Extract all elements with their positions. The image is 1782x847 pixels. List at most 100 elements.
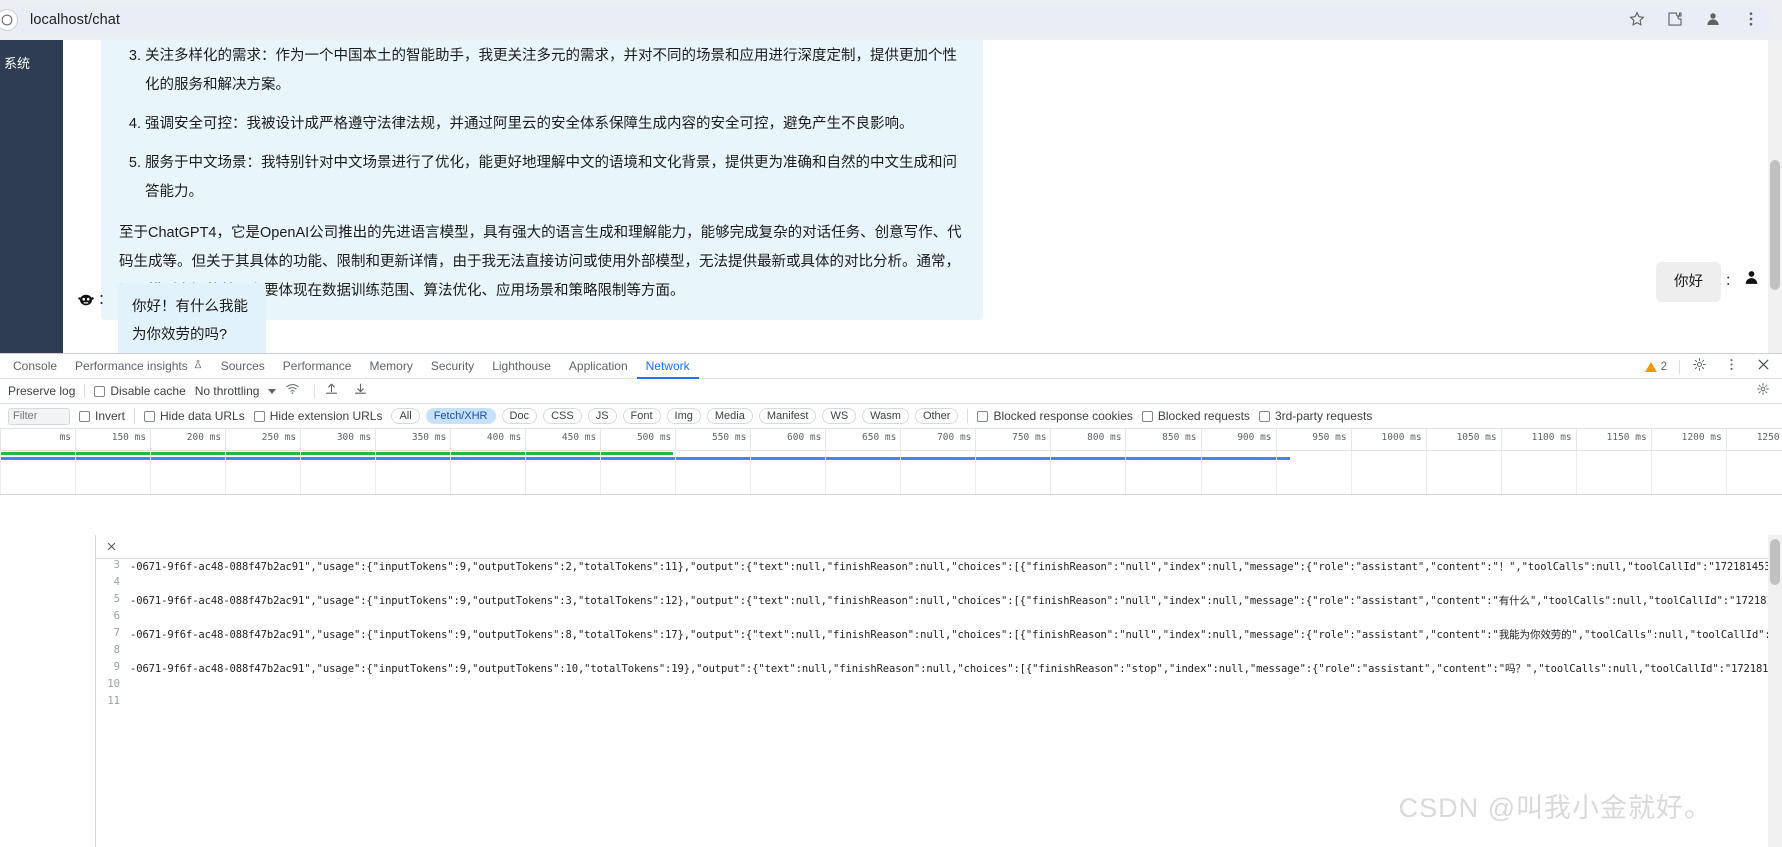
devtools-tab-memory[interactable]: Memory — [360, 354, 421, 379]
devtools-tab-label: Performance — [282, 358, 352, 373]
type-filter-media[interactable]: Media — [706, 408, 753, 424]
three-dot-menu-icon[interactable] — [1724, 357, 1744, 377]
page-scrollbar[interactable] — [1768, 40, 1782, 353]
warning-count-chip[interactable]: 2 — [1644, 360, 1667, 373]
wifi-icon[interactable] — [285, 381, 305, 401]
devtools-tab-performance-insights[interactable]: Performance insights — [66, 354, 212, 379]
timeline-tick-label: 650 ms — [862, 432, 897, 443]
waterfall-gridline — [1500, 451, 1502, 494]
timeline-tick-label: 1050 ms — [1456, 432, 1497, 443]
timeline-tick: 450 ms — [525, 429, 600, 450]
download-arrow-icon[interactable] — [353, 381, 373, 401]
devtools-scrollbar[interactable] — [1768, 535, 1782, 847]
omnibox[interactable]: localhost/chat — [0, 5, 1772, 35]
page-info-icon[interactable] — [0, 9, 18, 31]
type-filter-css[interactable]: CSS — [543, 408, 582, 424]
devtools-tabstrip: Console Performance insights Sources Perfor… — [0, 354, 1782, 379]
disable-cache-label: Disable cache — [110, 384, 186, 398]
type-filter-js[interactable]: JS — [587, 408, 617, 424]
devtools-scrollbar-thumb[interactable] — [1770, 539, 1780, 585]
timeline-tick: 1150 ms — [1575, 429, 1651, 450]
response-code-text: -0671-9f6f-ac48-088f47b2ac91","usage":{"… — [130, 595, 1768, 607]
third-party-requests-checkbox[interactable]: 3rd-party requests — [1258, 409, 1372, 423]
gear-icon[interactable] — [1756, 382, 1776, 402]
line-number: 9 — [113, 661, 120, 673]
waterfall-gridline — [225, 451, 227, 494]
invert-checkbox[interactable]: Invert — [79, 409, 125, 423]
checkbox-box[interactable] — [253, 410, 265, 422]
assistant-separator: ： — [98, 291, 112, 307]
filter-input[interactable] — [8, 407, 70, 425]
flask-icon — [193, 359, 203, 373]
chat-message-list: 关注多样化的需求：作为一个中国本土的智能助手，我更关注多元的需求，并对不同的场景… — [63, 40, 1768, 353]
type-filter-doc[interactable]: Doc — [501, 408, 538, 424]
app-sidebar[interactable]: 系统 — [0, 40, 63, 353]
timeline-tick: 550 ms — [675, 429, 750, 450]
devtools-tab-lighthouse[interactable]: Lighthouse — [483, 354, 560, 379]
waterfall-gridline — [1275, 451, 1277, 494]
throttling-select[interactable]: No throttling — [195, 384, 260, 398]
line-number: 8 — [113, 644, 120, 656]
close-icon[interactable] — [1756, 357, 1776, 377]
hide-extension-urls-checkbox[interactable]: Hide extension URLs — [253, 409, 382, 423]
line-number: 11 — [107, 695, 120, 707]
type-filter-all[interactable]: All — [391, 408, 420, 424]
timeline-tick: 900 ms — [1200, 429, 1276, 450]
type-filter-wasm[interactable]: Wasm — [862, 408, 909, 424]
waterfall-gridline — [525, 451, 527, 494]
close-icon[interactable] — [100, 541, 122, 552]
timeline-tick: 350 ms — [375, 429, 450, 450]
type-filter-manifest[interactable]: Manifest — [758, 408, 817, 424]
preserve-log-checkbox[interactable]: Preserve log — [8, 384, 75, 398]
disable-cache-checkbox[interactable]: Disable cache — [94, 384, 186, 398]
puzzle-piece-icon[interactable] — [1666, 10, 1686, 30]
three-dot-menu-icon[interactable] — [1742, 10, 1762, 30]
devtools-tab-sources[interactable]: Sources — [212, 354, 274, 379]
timeline-tick: 700 ms — [900, 429, 975, 450]
line-number: 3 — [113, 559, 120, 571]
user-message-text: 你好 — [1655, 262, 1721, 302]
blocked-response-cookies-checkbox[interactable]: Blocked response cookies — [977, 409, 1133, 423]
devtools-tab-application[interactable]: Application — [560, 354, 637, 379]
chevron-down-icon[interactable] — [268, 388, 277, 394]
timeline-tick-label: 200 ms — [186, 432, 222, 443]
waterfall-gridline — [1725, 451, 1727, 494]
timeline-tick: 600 ms — [750, 429, 825, 450]
waterfall-gridline — [1050, 451, 1052, 494]
assistant-message-list: 关注多样化的需求：作为一个中国本土的智能助手，我更关注多元的需求，并对不同的场景… — [119, 42, 965, 207]
hide-data-urls-checkbox[interactable]: Hide data URLs — [144, 409, 245, 423]
warning-count-label: 2 — [1660, 360, 1667, 373]
timeline-tick-label: 500 ms — [636, 432, 672, 443]
checkbox-box[interactable] — [94, 385, 106, 397]
gear-icon[interactable] — [1692, 357, 1712, 377]
waterfall-gridline — [675, 451, 677, 494]
line-number: 7 — [113, 627, 120, 639]
page-scrollbar-thumb[interactable] — [1770, 160, 1780, 290]
checkbox-box[interactable] — [977, 410, 989, 422]
checkbox-box[interactable] — [1258, 410, 1270, 422]
upload-arrow-icon[interactable] — [324, 381, 344, 401]
waterfall-gridline — [1200, 451, 1202, 494]
devtools-tab-console[interactable]: Console — [4, 354, 66, 379]
profile-avatar-icon[interactable] — [1704, 10, 1724, 30]
type-filter-ws[interactable]: WS — [822, 408, 857, 424]
checkbox-box[interactable] — [79, 410, 90, 422]
type-filter-fetch-xhr[interactable]: Fetch/XHR — [425, 408, 496, 424]
response-code-text: -0671-9f6f-ac48-088f47b2ac91","usage":{"… — [130, 629, 1768, 641]
devtools-tab-security[interactable]: Security — [422, 354, 483, 379]
waterfall-bar-blue — [0, 457, 1290, 460]
checkbox-box[interactable] — [144, 410, 156, 422]
checkbox-box[interactable] — [1141, 410, 1153, 422]
star-icon[interactable] — [1628, 10, 1648, 30]
type-filter-font[interactable]: Font — [622, 408, 661, 424]
blocked-requests-checkbox[interactable]: Blocked requests — [1141, 409, 1250, 423]
assistant-message-row: ： 你好！有什么我能为你效劳的吗? — [75, 283, 266, 353]
timeline-tick: 1000 ms — [1350, 429, 1426, 450]
waterfall-gridline — [150, 451, 152, 494]
devtools-tab-network[interactable]: Network — [637, 354, 699, 379]
timeline-tick-label: 1000 ms — [1381, 432, 1422, 443]
waterfall-gridline — [1575, 451, 1577, 494]
devtools-tab-performance[interactable]: Performance — [274, 354, 361, 379]
type-filter-other[interactable]: Other — [914, 408, 959, 424]
type-filter-img[interactable]: Img — [666, 408, 701, 424]
